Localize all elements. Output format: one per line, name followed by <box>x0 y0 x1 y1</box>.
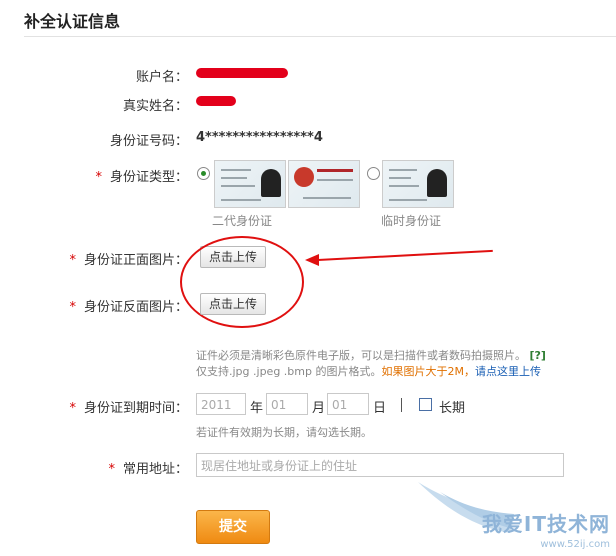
back-image-label: * 身份证反面图片： <box>69 296 188 315</box>
large-upload-link[interactable]: 请点这里上传 <box>475 365 541 378</box>
watermark-url: www.52ij.com <box>540 539 610 550</box>
submit-button[interactable]: 提交 <box>196 510 270 544</box>
year-unit: 年 <box>250 401 264 416</box>
address-label: * 常用地址： <box>108 458 188 477</box>
idtype-option-label-second-gen[interactable]: 二代身份证 <box>212 212 272 229</box>
id-card-front-image <box>214 160 286 208</box>
page-title: 补全认证信息 <box>24 12 121 31</box>
upload-hint-line2: 仅支持.jpg .jpeg .bmp 的图片格式。如果图片大于2M，请点这里上传 <box>196 363 541 379</box>
annotation-arrow <box>317 249 493 261</box>
back-image-label-text: 身份证反面图片： <box>83 300 188 315</box>
idtype-second-gen-radio[interactable] <box>197 167 210 180</box>
front-image-label: * 身份证正面图片： <box>69 249 188 268</box>
watermark-text: 我爱IT技术网 <box>481 512 610 536</box>
temporary-id-card-image <box>382 160 454 208</box>
size-warning-text: 如果图片大于2M， <box>381 365 475 378</box>
idtype-label-text: 身份证类型： <box>109 170 188 185</box>
expiry-year-input[interactable]: 2011 <box>196 393 246 415</box>
realname-label: 真实姓名： <box>122 99 188 114</box>
upload-hint-text: 证件必须是清晰彩色原件电子版，可以是扫描件或者数码拍摄照片。 <box>196 349 526 362</box>
idnumber-label: 身份证号码： <box>109 134 188 149</box>
required-mark: * <box>95 170 102 185</box>
required-mark: * <box>69 253 76 268</box>
expiry-day-input[interactable]: 01 <box>327 393 369 415</box>
account-value-redacted <box>196 68 288 78</box>
id-card-back-image <box>288 160 360 208</box>
longterm-label[interactable]: 长期 <box>439 397 465 416</box>
expiry-label-text: 身份证到期时间： <box>83 401 188 416</box>
required-mark: * <box>69 300 76 315</box>
back-image-upload-button[interactable]: 点击上传 <box>200 293 266 315</box>
day-unit: 日 <box>373 401 387 416</box>
longterm-checkbox[interactable] <box>419 398 432 411</box>
month-unit: 月 <box>312 401 326 416</box>
account-label: 账户名： <box>135 70 188 85</box>
expiry-month-input[interactable]: 01 <box>266 393 308 415</box>
annotation-arrow-head <box>305 254 319 266</box>
divider <box>401 398 402 412</box>
title-divider <box>24 36 616 37</box>
address-input[interactable]: 现居住地址或身份证上的住址 <box>196 453 564 477</box>
required-mark: * <box>108 462 115 477</box>
front-image-label-text: 身份证正面图片： <box>83 253 188 268</box>
realname-value-redacted <box>196 96 236 106</box>
watermark: 我爱IT技术网 www.52ij.com <box>482 508 610 550</box>
required-mark: * <box>69 401 76 416</box>
idnumber-value: 4****************4 <box>196 130 323 145</box>
address-label-text: 常用地址： <box>122 462 188 477</box>
expiry-label: * 身份证到期时间： <box>69 397 188 416</box>
idtype-temporary-radio[interactable] <box>367 167 380 180</box>
upload-hint-line1: 证件必须是清晰彩色原件电子版，可以是扫描件或者数码拍摄照片。 [?] <box>196 347 546 363</box>
expiry-hint: 若证件有效期为长期，请勾选长期。 <box>196 426 372 439</box>
help-link[interactable]: [?] <box>530 349 546 362</box>
idtype-label: * 身份证类型： <box>95 166 188 185</box>
format-hint-text: 仅支持.jpg .jpeg .bmp 的图片格式。 <box>196 365 382 378</box>
idtype-option-label-temporary[interactable]: 临时身份证 <box>381 212 441 229</box>
